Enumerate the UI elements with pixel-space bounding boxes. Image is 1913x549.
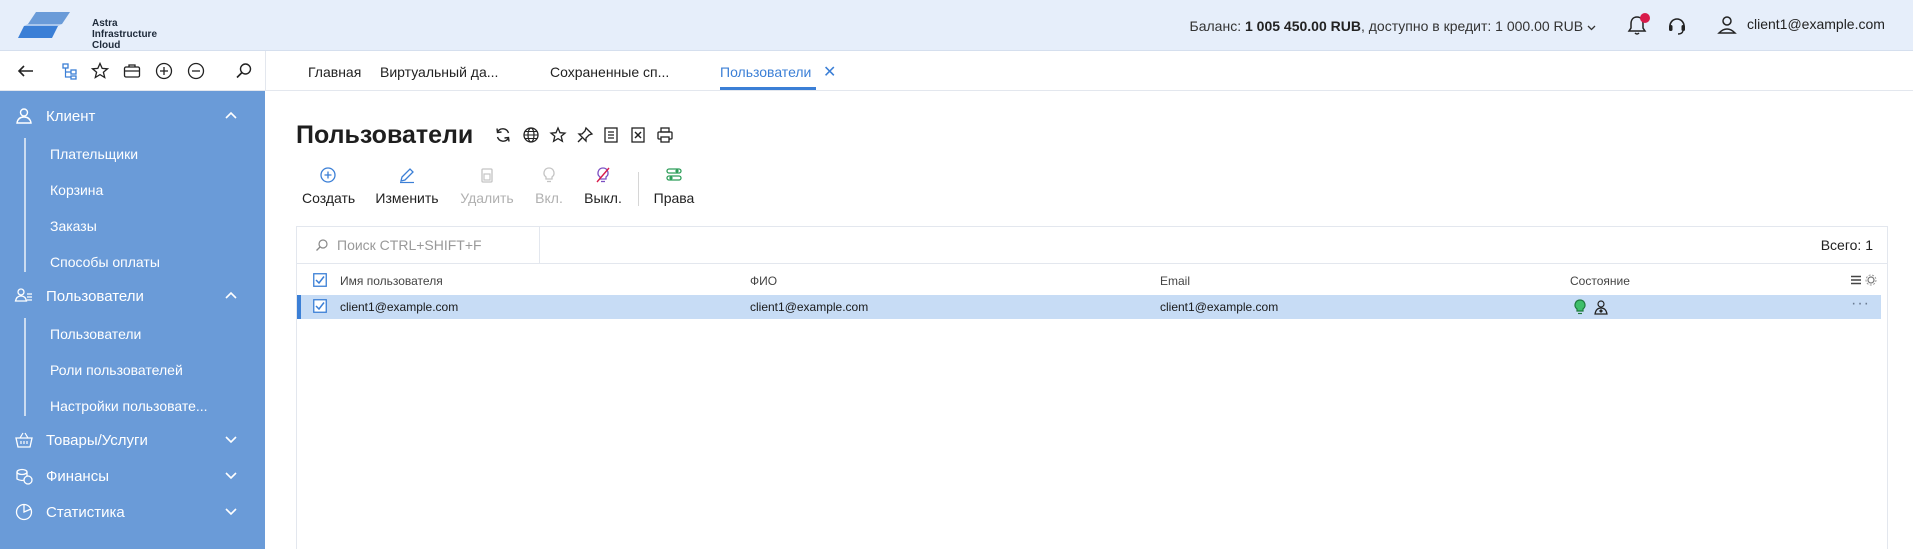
- sidebar-item-cart[interactable]: Корзина: [50, 182, 103, 198]
- disable-button[interactable]: Выкл.: [582, 166, 624, 206]
- toolbar-divider: [265, 51, 266, 91]
- balance-label: Баланс:: [1189, 18, 1242, 34]
- pin-icon[interactable]: [576, 126, 594, 144]
- sidebar-item-orders[interactable]: Заказы: [50, 218, 97, 234]
- sidebar-group-finance[interactable]: Финансы: [0, 458, 265, 494]
- cell-username: client1@example.com: [340, 300, 459, 314]
- sidebar-tree-line: [24, 318, 26, 416]
- credit-value: 1 000.00 RUB: [1495, 18, 1584, 34]
- chevron-down-icon: [225, 472, 237, 480]
- delete-button[interactable]: Удалить: [459, 166, 515, 206]
- headset-icon[interactable]: [1666, 14, 1688, 36]
- close-tab-icon[interactable]: ✕: [823, 62, 836, 82]
- star-icon[interactable]: [549, 126, 567, 144]
- search-icon[interactable]: [234, 61, 254, 81]
- column-menu-icon[interactable]: [1850, 274, 1862, 286]
- balance-info[interactable]: Баланс: 1 005 450.00 RUB, доступно в кре…: [1190, 18, 1596, 34]
- search-input[interactable]: [337, 236, 532, 254]
- enable-button[interactable]: Вкл.: [532, 166, 566, 206]
- pie-icon: [15, 503, 33, 521]
- logo-text: Astra Infrastructure Cloud: [92, 18, 158, 51]
- tab-saved-lists[interactable]: Сохраненные сп...: [550, 64, 669, 80]
- active-tab-indicator: [720, 87, 816, 90]
- sidebar-item-user-roles[interactable]: Роли пользователей: [50, 362, 183, 378]
- user-role-icon: [1594, 300, 1608, 315]
- excel-icon[interactable]: [629, 126, 647, 144]
- sidebar-group-users[interactable]: Пользователи: [0, 278, 265, 314]
- action-separator: [638, 172, 639, 206]
- total-count: Всего: 1: [1820, 237, 1873, 253]
- bulb-off-icon: [596, 167, 610, 183]
- credit-label: доступно в кредит:: [1368, 18, 1492, 34]
- print-icon[interactable]: [656, 126, 674, 144]
- sidebar-group-statistics[interactable]: Статистика: [0, 494, 265, 530]
- page-title: Пользователи: [296, 121, 474, 149]
- tree-icon[interactable]: [60, 61, 80, 81]
- grid-search: [297, 227, 540, 263]
- sidebar: Клиент Плательщики Корзина Заказы Способ…: [0, 91, 265, 549]
- search-icon: [316, 239, 328, 251]
- user-avatar-icon[interactable]: [1716, 14, 1738, 36]
- sidebar-tree-line: [24, 138, 26, 272]
- notification-badge: [1640, 13, 1650, 23]
- column-header-username[interactable]: Имя пользователя: [340, 274, 443, 288]
- logo-mark-icon: [18, 12, 70, 38]
- plus-circle-icon: [320, 167, 336, 183]
- toolbar: Главная Виртуальный да... Сохраненные сп…: [0, 51, 1913, 91]
- cell-email: client1@example.com: [1160, 300, 1279, 314]
- cell-fio: client1@example.com: [750, 300, 869, 314]
- sidebar-group-client[interactable]: Клиент: [0, 98, 265, 134]
- trash-icon: [481, 168, 493, 183]
- app-header: Astra Infrastructure Cloud Баланс: 1 005…: [0, 0, 1913, 51]
- grid-header: Имя пользователя ФИО Email Состояние: [297, 263, 1887, 295]
- astra-logo[interactable]: Astra Infrastructure Cloud: [18, 8, 157, 51]
- create-button[interactable]: Создать: [302, 166, 355, 206]
- sidebar-item-users[interactable]: Пользователи: [50, 326, 141, 342]
- column-header-status[interactable]: Состояние: [1570, 274, 1630, 288]
- sidebar-group-products[interactable]: Товары/Услуги: [0, 422, 265, 458]
- row-checkbox[interactable]: [313, 299, 327, 313]
- table-row[interactable]: client1@example.com client1@example.com …: [297, 295, 1881, 319]
- back-icon[interactable]: [16, 61, 36, 81]
- user-email[interactable]: client1@example.com: [1747, 16, 1885, 32]
- chevron-down-icon: [225, 508, 237, 516]
- coins-icon: [16, 468, 33, 485]
- select-all-checkbox[interactable]: [313, 273, 327, 287]
- client-icon: [16, 108, 32, 124]
- chevron-up-icon: [225, 111, 237, 119]
- document-icon[interactable]: [602, 126, 620, 144]
- column-header-email[interactable]: Email: [1160, 274, 1190, 288]
- sidebar-item-user-settings[interactable]: Настройки пользовате...: [50, 398, 208, 414]
- grid-settings-icon[interactable]: [1865, 274, 1877, 286]
- sidebar-item-payers[interactable]: Плательщики: [50, 146, 138, 162]
- active-status-icon: [1574, 299, 1586, 315]
- refresh-icon[interactable]: [494, 126, 512, 144]
- plus-circle-icon[interactable]: [154, 61, 174, 81]
- permissions-button[interactable]: Права: [652, 166, 696, 206]
- sidebar-item-payment-methods[interactable]: Способы оплаты: [50, 254, 160, 270]
- users-grid: Всего: 1 Имя пользователя ФИО Email Сост…: [296, 226, 1888, 549]
- balance-value: 1 005 450.00 RUB: [1244, 18, 1361, 34]
- tab-virtual-dc[interactable]: Виртуальный да...: [380, 64, 498, 80]
- chevron-up-icon: [225, 291, 237, 299]
- pencil-icon: [400, 168, 414, 184]
- row-actions-icon[interactable]: ···: [1851, 295, 1870, 313]
- users-icon: [14, 288, 32, 302]
- permissions-icon: [666, 168, 682, 181]
- column-header-fio[interactable]: ФИО: [750, 274, 777, 288]
- minus-circle-icon[interactable]: [186, 61, 206, 81]
- chevron-down-icon: [225, 436, 237, 444]
- globe-icon[interactable]: [522, 126, 540, 144]
- basket-icon: [15, 432, 33, 448]
- bulb-on-icon: [543, 167, 555, 183]
- chevron-down-icon: [1587, 25, 1596, 31]
- briefcase-icon[interactable]: [122, 61, 142, 81]
- tab-home[interactable]: Главная: [308, 64, 361, 80]
- tab-users[interactable]: Пользователи: [720, 64, 811, 80]
- star-icon[interactable]: [90, 61, 110, 81]
- edit-button[interactable]: Изменить: [374, 166, 440, 206]
